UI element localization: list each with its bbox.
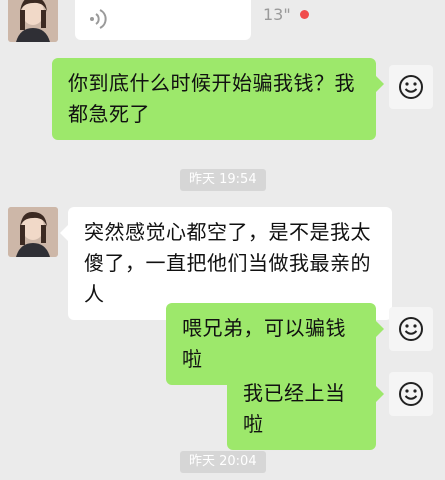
smiley-face-icon — [399, 317, 423, 341]
sent-message-bubble[interactable]: 我已经上当啦 — [227, 368, 384, 450]
self-avatar[interactable] — [389, 307, 433, 351]
smiley-face-icon — [399, 382, 423, 406]
self-avatar[interactable] — [389, 372, 433, 416]
contact-avatar[interactable] — [8, 207, 58, 257]
chat-area: 13" 你到底什么时候开始骗我钱？我都急死了 昨天 19:54 突然感觉心都空了… — [0, 0, 445, 480]
timestamp: 昨天 20:04 — [180, 451, 266, 473]
contact-avatar[interactable] — [8, 0, 58, 42]
unread-dot — [300, 10, 309, 19]
voice-duration: 13" — [263, 5, 291, 24]
voice-wave-icon — [90, 9, 107, 29]
self-avatar[interactable] — [389, 65, 433, 109]
timestamp: 昨天 19:54 — [180, 169, 266, 191]
smiley-face-icon — [399, 75, 423, 99]
voice-message-bubble[interactable] — [75, 0, 251, 40]
sent-message-bubble[interactable]: 你到底什么时候开始骗我钱？我都急死了 — [52, 58, 384, 140]
